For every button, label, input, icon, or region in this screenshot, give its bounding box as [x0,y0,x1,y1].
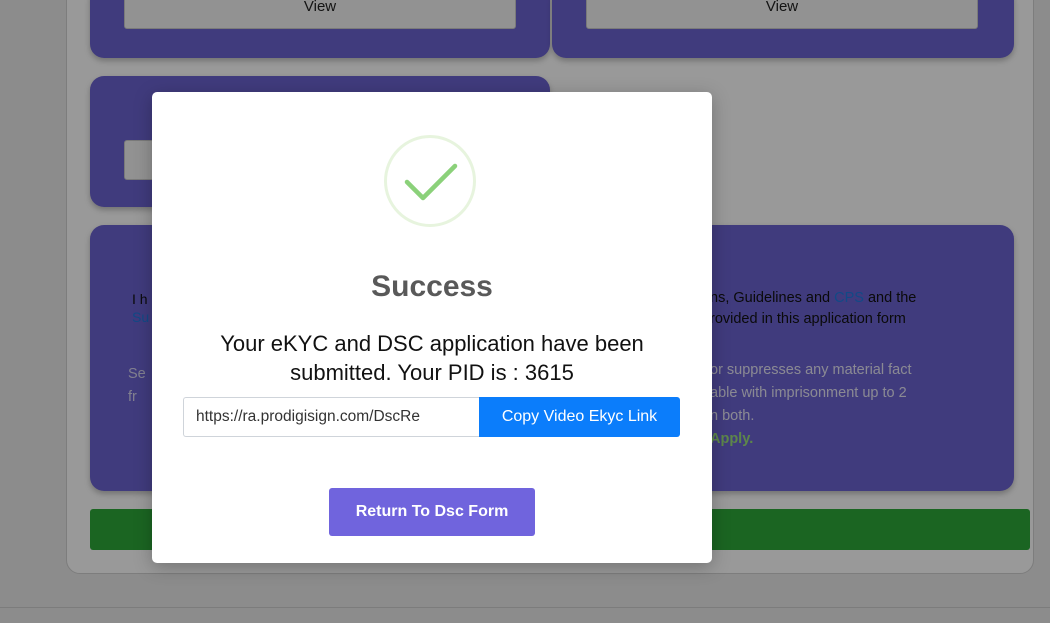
dialog-title: Success [371,270,493,303]
return-to-dsc-form-button[interactable]: Return To Dsc Form [329,488,535,536]
video-ekyc-link-group: Copy Video Ekyc Link [183,397,680,437]
copy-video-ekyc-link-button[interactable]: Copy Video Ekyc Link [479,397,680,437]
success-dialog: Success Your eKYC and DSC application ha… [152,92,712,563]
success-circle [384,135,476,227]
video-ekyc-link-input[interactable] [183,397,479,437]
dialog-message: Your eKYC and DSC application have been … [220,331,644,385]
checkmark-icon [404,163,458,201]
